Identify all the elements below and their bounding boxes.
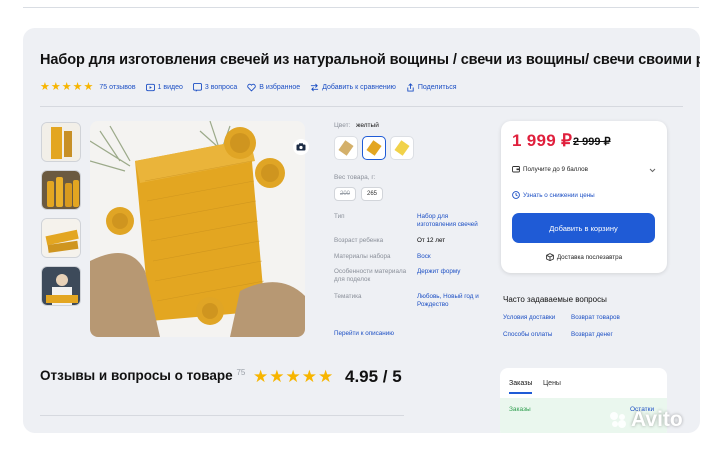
thumbnail-image xyxy=(42,171,80,209)
faq-title: Часто задаваемые вопросы xyxy=(503,295,607,304)
rating-stars-large: ★ ★ ★ ★ ★ xyxy=(253,368,334,385)
old-price: 2 999 ₽ xyxy=(573,136,611,148)
reviews-divider xyxy=(40,415,404,416)
product-title: Набор для изготовления свечей из натурал… xyxy=(40,52,700,68)
points-row[interactable]: Получите до 9 баллов xyxy=(512,165,588,173)
price-drop-row[interactable]: Узнать о снижении цены xyxy=(512,191,595,199)
reviews-count-badge: 75 xyxy=(236,368,246,377)
reviews-title: Отзывы и вопросы о товаре xyxy=(40,368,233,383)
weight-option-200[interactable]: 200 xyxy=(334,187,356,201)
question-icon xyxy=(192,82,202,92)
star-icon: ★ xyxy=(253,367,269,386)
swatch-image xyxy=(338,140,354,156)
price: 1 999 ₽ xyxy=(512,131,573,150)
watermark-text: Avito xyxy=(631,408,683,431)
color-label: Цвет: xyxy=(334,122,351,129)
avito-watermark: Avito xyxy=(608,408,683,432)
color-swatch-2[interactable] xyxy=(362,136,386,160)
camera-icon[interactable] xyxy=(293,139,309,155)
star-icon: ★ xyxy=(50,80,61,93)
reviews-heading: Отзывы и вопросы о товаре 75 xyxy=(40,368,245,383)
spec-value-link[interactable]: Любовь, Новый год и Рождество xyxy=(417,293,487,309)
questions-link[interactable]: 3 вопроса xyxy=(192,82,238,92)
star-icon: ★ xyxy=(83,80,94,93)
thumbnail-image xyxy=(42,219,80,257)
tab-prices[interactable]: Цены xyxy=(543,380,561,387)
color-swatch-3[interactable] xyxy=(390,136,414,160)
thumbnail-image xyxy=(42,123,80,161)
spec-label: Тип xyxy=(334,213,345,220)
star-icon: ★ xyxy=(269,367,285,386)
delivery-row: Доставка послезавтра xyxy=(501,253,667,261)
share-button[interactable]: Поделиться xyxy=(406,82,457,92)
header-divider xyxy=(40,106,683,107)
active-tab-indicator xyxy=(509,392,532,394)
favorites-button[interactable]: В избранное xyxy=(247,83,300,92)
add-to-cart-button[interactable]: Добавить в корзину xyxy=(512,213,655,243)
video-icon xyxy=(145,83,155,91)
spec-label: Возраст ребенка xyxy=(334,237,384,244)
delivery-label: Доставка послезавтра xyxy=(556,253,623,261)
faq-link[interactable]: Способы оплаты xyxy=(503,331,552,338)
star-icon: ★ xyxy=(318,367,334,386)
spec-label: Особенности материала для поделок xyxy=(334,268,407,283)
thumbnail-image xyxy=(42,267,80,305)
spec-value-link[interactable]: Набор для изготовления свечей xyxy=(417,213,487,229)
rating-link[interactable]: ★ ★ ★ ★ ★ 75 отзывов xyxy=(40,80,136,93)
buy-box: 1 999 ₽ 2 999 ₽ Получите до 9 баллов Узн… xyxy=(501,121,667,273)
product-meta-bar: ★ ★ ★ ★ ★ 75 отзывов 1 видео 3 вопроса В… xyxy=(40,80,467,94)
questions-count: 3 вопроса xyxy=(204,83,238,91)
faq-link[interactable]: Возврат денег xyxy=(571,331,613,338)
spec-value-link[interactable]: Держит форму xyxy=(417,268,487,276)
thumbnail-2[interactable] xyxy=(41,170,81,210)
star-icon: ★ xyxy=(72,80,83,93)
avito-logo-icon xyxy=(610,412,626,428)
orders-row-label: Заказы xyxy=(509,406,531,413)
rating-score: 4.95 / 5 xyxy=(345,367,402,386)
wallet-icon xyxy=(512,166,520,173)
spec-label: Тематика xyxy=(334,293,362,300)
faq-link[interactable]: Условия доставки xyxy=(503,314,555,321)
spec-value: От 12 лет xyxy=(417,237,446,244)
compare-icon xyxy=(311,83,319,91)
product-photo xyxy=(90,121,305,337)
color-value: желтый xyxy=(356,122,379,129)
points-label: Получите до 9 баллов xyxy=(523,165,588,173)
clock-icon xyxy=(512,191,520,199)
price-drop-label: Узнать о снижении цены xyxy=(523,191,595,199)
thumbnail-1[interactable] xyxy=(41,122,81,162)
star-icon: ★ xyxy=(301,367,317,386)
reviews-count: 75 отзывов xyxy=(99,83,136,91)
spec-value-link[interactable]: Воск xyxy=(417,253,487,261)
share-icon xyxy=(407,82,414,92)
swatch-image xyxy=(366,140,382,156)
chevron-down-icon[interactable] xyxy=(649,168,656,173)
faq-link[interactable]: Возврат товаров xyxy=(571,314,620,321)
main-product-image[interactable] xyxy=(90,121,305,337)
star-icon: ★ xyxy=(285,367,301,386)
weight-label: Вес товара, г: xyxy=(334,174,376,181)
share-label: Поделиться xyxy=(417,83,457,91)
thumbnail-3[interactable] xyxy=(41,218,81,258)
tab-orders[interactable]: Заказы xyxy=(509,380,532,387)
go-to-description-link[interactable]: Перейти к описанию xyxy=(334,330,454,338)
compare-label: Добавить к сравнению xyxy=(322,83,396,91)
compare-button[interactable]: Добавить к сравнению xyxy=(310,83,396,92)
color-swatch-1[interactable] xyxy=(334,136,358,160)
star-icon: ★ xyxy=(40,80,50,93)
thumbnail-4[interactable] xyxy=(41,266,81,306)
weight-option-265[interactable]: 265 xyxy=(361,187,383,201)
star-icon: ★ xyxy=(61,80,72,93)
rating-stars: ★ ★ ★ ★ ★ xyxy=(40,80,94,93)
box-icon xyxy=(545,253,554,261)
heart-icon xyxy=(247,83,256,92)
favorites-label: В избранное xyxy=(259,83,301,91)
spec-label: Материалы набора xyxy=(334,253,391,260)
top-divider xyxy=(23,7,699,8)
product-card: Набор для изготовления свечей из натурал… xyxy=(23,28,700,433)
video-link[interactable]: 1 видео xyxy=(145,83,183,92)
swatch-image xyxy=(394,140,410,156)
video-count: 1 видео xyxy=(157,83,183,91)
